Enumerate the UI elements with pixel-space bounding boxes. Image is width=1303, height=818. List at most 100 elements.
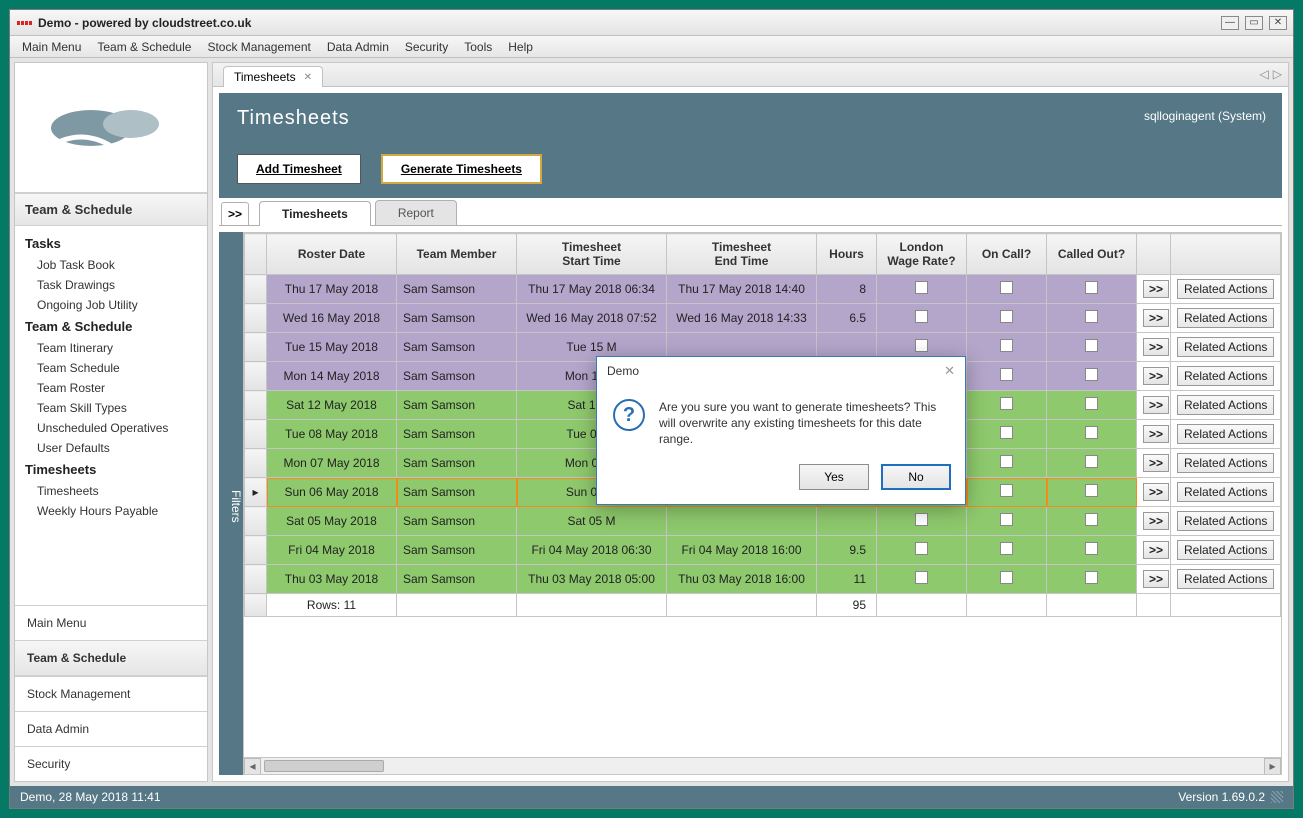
nav-item[interactable]: Team Schedule [23, 358, 199, 378]
checkbox-cell[interactable] [967, 536, 1047, 565]
checkbox[interactable] [1000, 310, 1013, 323]
checkbox-cell[interactable] [1047, 333, 1137, 362]
checkbox-cell[interactable] [967, 333, 1047, 362]
checkbox[interactable] [915, 542, 928, 555]
tab-prev-icon[interactable]: ◁ [1260, 67, 1269, 81]
go-button[interactable]: >> [1143, 367, 1169, 385]
go-button[interactable]: >> [1143, 454, 1169, 472]
related-actions-button[interactable]: Related Actions [1177, 366, 1274, 386]
nav-item[interactable]: Ongoing Job Utility [23, 295, 199, 315]
maximize-button[interactable]: ▭ [1245, 16, 1263, 30]
checkbox-cell[interactable] [967, 391, 1047, 420]
go-button[interactable]: >> [1143, 483, 1169, 501]
checkbox-cell[interactable] [1047, 275, 1137, 304]
checkbox-cell[interactable] [1047, 420, 1137, 449]
menu-team-schedule[interactable]: Team & Schedule [89, 37, 199, 57]
go-cell[interactable]: >> [1137, 536, 1171, 565]
nav-group[interactable]: Tasks [23, 232, 199, 255]
filters-panel-toggle[interactable]: Filters [219, 232, 243, 775]
table-row[interactable]: Wed 16 May 2018Sam SamsonWed 16 May 2018… [245, 304, 1281, 333]
checkbox-cell[interactable] [1047, 478, 1137, 507]
related-cell[interactable]: Related Actions [1171, 565, 1281, 594]
checkbox[interactable] [1085, 339, 1098, 352]
checkbox-cell[interactable] [1047, 362, 1137, 391]
checkbox-cell[interactable] [877, 507, 967, 536]
nav-group[interactable]: Timesheets [23, 458, 199, 481]
column-header[interactable]: Hours [817, 234, 877, 275]
sidebar-section-button[interactable]: Data Admin [15, 711, 207, 746]
checkbox[interactable] [1000, 368, 1013, 381]
checkbox[interactable] [915, 339, 928, 352]
column-header[interactable]: Roster Date [267, 234, 397, 275]
related-actions-button[interactable]: Related Actions [1177, 511, 1274, 531]
checkbox-cell[interactable] [967, 565, 1047, 594]
related-actions-button[interactable]: Related Actions [1177, 424, 1274, 444]
resize-grip-icon[interactable] [1271, 791, 1283, 803]
table-row[interactable]: Fri 04 May 2018Sam SamsonFri 04 May 2018… [245, 536, 1281, 565]
nav-item[interactable]: Task Drawings [23, 275, 199, 295]
column-header[interactable]: Timesheet End Time [667, 234, 817, 275]
checkbox-cell[interactable] [967, 449, 1047, 478]
add-timesheet-button[interactable]: Add Timesheet [237, 154, 361, 184]
menu-data-admin[interactable]: Data Admin [319, 37, 397, 57]
row-marker[interactable] [245, 304, 267, 333]
nav-item[interactable]: Team Skill Types [23, 398, 199, 418]
related-cell[interactable]: Related Actions [1171, 536, 1281, 565]
nav-item[interactable]: Team Roster [23, 378, 199, 398]
expand-button[interactable]: >> [221, 202, 249, 225]
horizontal-scrollbar[interactable]: ◂ ▸ [244, 757, 1281, 774]
row-marker[interactable] [245, 507, 267, 536]
checkbox[interactable] [1085, 542, 1098, 555]
nav-item[interactable]: Unscheduled Operatives [23, 418, 199, 438]
checkbox[interactable] [1085, 281, 1098, 294]
go-button[interactable]: >> [1143, 338, 1169, 356]
column-header[interactable]: London Wage Rate? [877, 234, 967, 275]
sidebar-section-button[interactable]: Team & Schedule [15, 640, 207, 676]
menu-main[interactable]: Main Menu [14, 37, 89, 57]
related-cell[interactable]: Related Actions [1171, 333, 1281, 362]
related-actions-button[interactable]: Related Actions [1177, 395, 1274, 415]
column-header[interactable] [245, 234, 267, 275]
checkbox-cell[interactable] [877, 536, 967, 565]
checkbox[interactable] [1085, 426, 1098, 439]
go-cell[interactable]: >> [1137, 507, 1171, 536]
checkbox-cell[interactable] [967, 507, 1047, 536]
go-cell[interactable]: >> [1137, 565, 1171, 594]
menu-help[interactable]: Help [500, 37, 541, 57]
nav-item[interactable]: User Defaults [23, 438, 199, 458]
go-cell[interactable]: >> [1137, 304, 1171, 333]
go-cell[interactable]: >> [1137, 333, 1171, 362]
go-button[interactable]: >> [1143, 309, 1169, 327]
checkbox[interactable] [1000, 513, 1013, 526]
checkbox-cell[interactable] [877, 304, 967, 333]
go-button[interactable]: >> [1143, 512, 1169, 530]
checkbox-cell[interactable] [967, 304, 1047, 333]
scroll-left-icon[interactable]: ◂ [244, 758, 261, 775]
row-marker[interactable] [245, 449, 267, 478]
checkbox-cell[interactable] [1047, 536, 1137, 565]
go-cell[interactable]: >> [1137, 275, 1171, 304]
checkbox[interactable] [1085, 397, 1098, 410]
doc-tab-close-icon[interactable]: ✕ [304, 72, 312, 83]
related-cell[interactable]: Related Actions [1171, 362, 1281, 391]
row-marker[interactable] [245, 565, 267, 594]
menu-stock-management[interactable]: Stock Management [199, 37, 318, 57]
nav-item[interactable]: Timesheets [23, 481, 199, 501]
checkbox[interactable] [1000, 542, 1013, 555]
row-marker[interactable]: ▸ [245, 478, 267, 507]
checkbox-cell[interactable] [967, 478, 1047, 507]
related-cell[interactable]: Related Actions [1171, 478, 1281, 507]
row-marker[interactable] [245, 420, 267, 449]
checkbox-cell[interactable] [877, 565, 967, 594]
row-marker[interactable] [245, 333, 267, 362]
table-row[interactable]: Thu 17 May 2018Sam SamsonThu 17 May 2018… [245, 275, 1281, 304]
checkbox[interactable] [915, 571, 928, 584]
nav-item[interactable]: Weekly Hours Payable [23, 501, 199, 521]
menu-tools[interactable]: Tools [456, 37, 500, 57]
related-cell[interactable]: Related Actions [1171, 275, 1281, 304]
nav-item[interactable]: Team Itinerary [23, 338, 199, 358]
checkbox-cell[interactable] [1047, 304, 1137, 333]
checkbox[interactable] [1000, 397, 1013, 410]
checkbox[interactable] [1000, 339, 1013, 352]
checkbox[interactable] [1000, 426, 1013, 439]
